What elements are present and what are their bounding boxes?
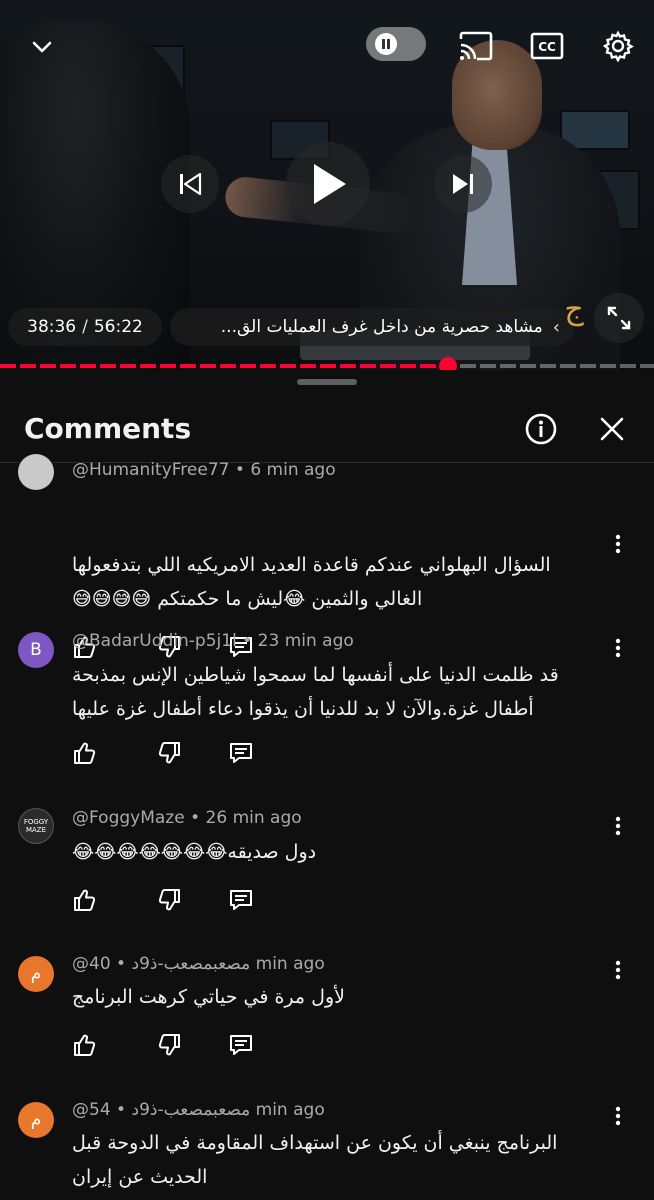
fullscreen-icon[interactable] <box>594 293 644 343</box>
comment-actions <box>70 738 270 768</box>
comments-panel: Comments @HumanityFree77 • 6 min ago الس… <box>0 370 654 1200</box>
comment-author[interactable]: @HumanityFree77 <box>72 460 229 480</box>
comment-meta: @مصعبمصعب-ذ9د • 54 min ago <box>72 1100 325 1120</box>
reply-icon[interactable] <box>226 1030 256 1060</box>
comment-age: 6 min ago <box>250 460 336 480</box>
autoplay-toggle[interactable] <box>366 27 426 61</box>
avatar[interactable] <box>18 454 54 490</box>
next-icon[interactable] <box>434 155 492 213</box>
more-vert-icon[interactable] <box>604 1102 632 1130</box>
comment-text: السؤال البهلواني عندكم قاعدة العديد الام… <box>72 554 551 610</box>
thumbs-down-icon[interactable] <box>154 1030 184 1060</box>
comment-meta: @BadarUddin-p5j1l • 23 min ago <box>72 631 354 651</box>
avatar[interactable]: B <box>18 632 54 668</box>
current-time: 38:36 <box>27 317 77 337</box>
more-vert-icon[interactable] <box>604 634 632 662</box>
comment-meta: @HumanityFree77 • 6 min ago <box>72 460 336 480</box>
comment-actions <box>70 885 270 915</box>
pause-icon <box>375 33 397 55</box>
video-player[interactable]: CC 38:36 / 56:22 ‹ مشاهد حصرية من داخل غ… <box>0 0 654 370</box>
comment-text: البرنامج ينبغي أن يكون عن استهداف المقاو… <box>72 1132 558 1188</box>
chapter-title: مشاهد حصرية من داخل غرف العمليات الق... <box>220 317 543 337</box>
comment-author[interactable]: @BadarUddin-p5j1l <box>72 631 237 651</box>
comment-text: لأول مرة في حياتي كرهت البرنامج <box>72 986 345 1008</box>
thumbs-up-icon[interactable] <box>70 885 100 915</box>
channel-watermark-logo: ج <box>564 292 584 327</box>
avatar[interactable]: م <box>18 1102 54 1138</box>
comment-meta: @مصعبمصعب-ذ9د • 40 min ago <box>72 954 325 974</box>
comment-text: قد ظلمت الدنيا على أنفسها لما سمحوا شياط… <box>72 664 559 720</box>
comment-item: م @مصعبمصعب-ذ9د • 54 min ago البرنامج ين… <box>0 1094 654 1200</box>
progress-scrubber[interactable] <box>438 357 457 370</box>
time-display[interactable]: 38:36 / 56:22 <box>8 308 162 346</box>
svg-text:CC: CC <box>538 40 556 54</box>
thumbs-down-icon[interactable] <box>154 885 184 915</box>
comment-text: دول صديقه😂😂😂😂😂😂😂 <box>72 841 317 863</box>
comment-item: @HumanityFree77 • 6 min ago السؤال البهل… <box>0 440 654 658</box>
comment-age: 23 min ago <box>257 631 354 651</box>
more-vert-icon[interactable] <box>604 530 632 558</box>
comment-meta: @FoggyMaze • 26 min ago <box>72 808 302 828</box>
thumbs-down-icon[interactable] <box>154 738 184 768</box>
comment-age: 26 min ago <box>205 808 302 828</box>
comment-actions <box>70 1030 270 1060</box>
avatar[interactable]: م <box>18 956 54 992</box>
reply-icon[interactable] <box>226 885 256 915</box>
thumbs-up-icon[interactable] <box>70 738 100 768</box>
duration: 56:22 <box>93 317 143 337</box>
drag-handle[interactable] <box>297 379 357 385</box>
time-separator: / <box>82 317 88 337</box>
previous-icon[interactable] <box>161 155 219 213</box>
comment-item: B @BadarUddin-p5j1l • 23 min ago قد ظلمت… <box>0 620 654 780</box>
play-icon[interactable] <box>286 142 370 226</box>
cast-icon[interactable] <box>456 26 496 66</box>
comment-item: م @مصعبمصعب-ذ9د • 40 min ago لأول مرة في… <box>0 948 654 1073</box>
avatar[interactable]: FOGGY MAZE <box>18 808 54 844</box>
progress-played <box>0 364 448 368</box>
more-vert-icon[interactable] <box>604 956 632 984</box>
comment-item: FOGGY MAZE @FoggyMaze • 26 min ago دول ص… <box>0 800 654 925</box>
cc-icon[interactable]: CC <box>527 26 567 66</box>
comment-author[interactable]: @FoggyMaze <box>72 808 185 828</box>
reply-icon[interactable] <box>226 738 256 768</box>
gear-icon[interactable] <box>598 26 638 66</box>
chevron-down-icon[interactable] <box>22 27 62 67</box>
more-vert-icon[interactable] <box>604 812 632 840</box>
thumbs-up-icon[interactable] <box>70 1030 100 1060</box>
chapter-button[interactable]: ‹ مشاهد حصرية من داخل غرف العمليات الق..… <box>170 308 574 346</box>
